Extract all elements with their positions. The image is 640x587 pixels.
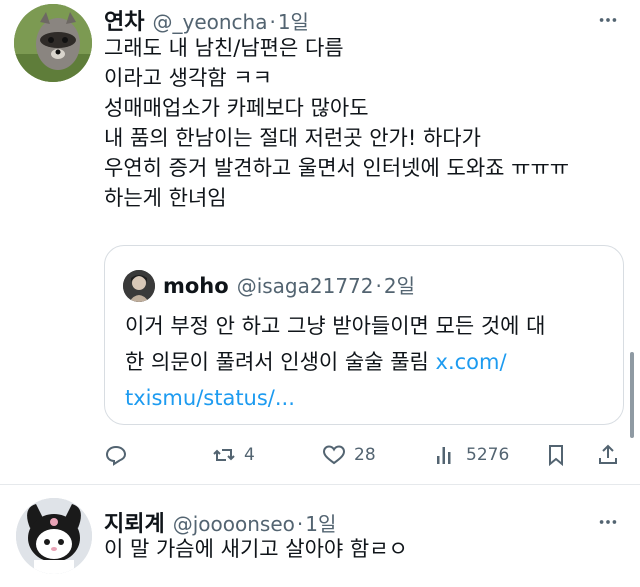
views-button[interactable]: 5276 — [434, 440, 509, 470]
quoted-handle[interactable]: @isaga21772 — [237, 274, 374, 298]
character-avatar-image — [16, 498, 92, 574]
tweet-text-line: 그래도 내 남친/남편은 다름 — [104, 36, 344, 60]
views-count: 5276 — [466, 445, 510, 465]
scrollbar[interactable] — [630, 352, 634, 438]
separator-dot: · — [296, 512, 304, 536]
timestamp[interactable]: 1일 — [278, 6, 309, 35]
retweet-count: 4 — [244, 445, 255, 465]
avatar[interactable] — [16, 498, 92, 574]
bookmark-icon — [549, 445, 563, 467]
retweet-icon — [213, 449, 235, 461]
retweet-button[interactable]: 4 — [212, 440, 255, 470]
more-dots-icon — [599, 520, 617, 524]
reply-button[interactable] — [104, 440, 136, 470]
user-handle[interactable]: @_yeoncha — [152, 10, 267, 34]
tweet[interactable]: 지뢰계 @joooonseo · 1일 이 말 가슴에 새기고 살아야 함ㄹㅇ — [0, 486, 640, 587]
tweet-actions: 4 28 5276 — [104, 440, 624, 470]
avatar[interactable] — [14, 4, 92, 82]
separator-dot: · — [375, 274, 382, 298]
heart-icon — [322, 445, 346, 465]
quoted-text-fragment: 한 의문이 풀려서 인생이 술술 풀림 — [125, 350, 436, 374]
quoted-tweet[interactable]: moho @isaga21772 · 2일 이거 부정 안 하고 그냥 받아들이… — [104, 245, 624, 425]
like-count: 28 — [354, 445, 376, 465]
quoted-link[interactable]: x.com/ — [436, 350, 507, 374]
views-icon — [437, 447, 451, 464]
quoted-text-line: 이거 부정 안 하고 그냥 받아들이면 모든 것에 대 — [125, 314, 546, 338]
quoted-text-line: 한 의문이 풀려서 인생이 술술 풀림 x.com/ — [125, 344, 545, 380]
quoted-text-line: txismu/status/... — [125, 380, 545, 416]
tweet-divider — [0, 484, 640, 485]
separator-dot: · — [269, 10, 276, 34]
quoted-display-name[interactable]: moho — [163, 274, 229, 298]
tweet-text-line: 하는게 한녀임 — [104, 186, 227, 210]
quoted-avatar-image — [123, 270, 155, 302]
tweet-text-line: 이 말 가슴에 새기고 살아야 함ㄹㅇ — [104, 537, 408, 561]
timestamp[interactable]: 1일 — [305, 508, 336, 537]
tweet-text: 그래도 내 남친/남편은 다름 이라고 생각함 ㅋㅋ 성매매업소가 카페보다 많… — [104, 33, 569, 213]
tweet-text-line: 성매매업소가 카페보다 많아도 — [104, 96, 369, 120]
user-handle[interactable]: @joooonseo — [173, 512, 295, 536]
tweet-text: 이 말 가슴에 새기고 살아야 함ㄹㅇ — [104, 534, 408, 564]
tweet-header: 연차 @_yeoncha · 1일 — [104, 4, 309, 36]
quoted-header: moho @isaga21772 · 2일 — [163, 270, 415, 299]
more-dots-icon — [599, 18, 617, 22]
more-options-button[interactable] — [596, 8, 620, 32]
raccoon-avatar-image — [14, 4, 92, 82]
tweet-text-line: 이라고 생각함 ㅋㅋ — [104, 66, 272, 90]
share-button[interactable] — [596, 440, 620, 470]
tweet-text-line: 우연히 증거 발견하고 울면서 인터넷에 도와죠 ㅠㅠㅠ — [104, 156, 570, 180]
reply-icon — [105, 445, 127, 466]
tweet-text-line: 내 품의 한남이는 절대 저런곳 안가! 하다가 — [104, 126, 481, 150]
more-options-button[interactable] — [596, 510, 620, 534]
display-name[interactable]: 연차 — [104, 4, 144, 36]
quoted-link[interactable]: txismu/status/... — [125, 386, 295, 410]
quoted-timestamp[interactable]: 2일 — [384, 270, 415, 299]
bookmark-button[interactable] — [544, 440, 568, 470]
quoted-text: 이거 부정 안 하고 그냥 받아들이면 모든 것에 대 한 의문이 풀려서 인생… — [125, 308, 545, 416]
share-icon — [599, 444, 617, 464]
tweet[interactable]: 연차 @_yeoncha · 1일 그래도 내 남친/남편은 다름 이라고 생각… — [0, 0, 640, 484]
quoted-avatar[interactable] — [123, 270, 155, 302]
like-button[interactable]: 28 — [322, 440, 376, 470]
